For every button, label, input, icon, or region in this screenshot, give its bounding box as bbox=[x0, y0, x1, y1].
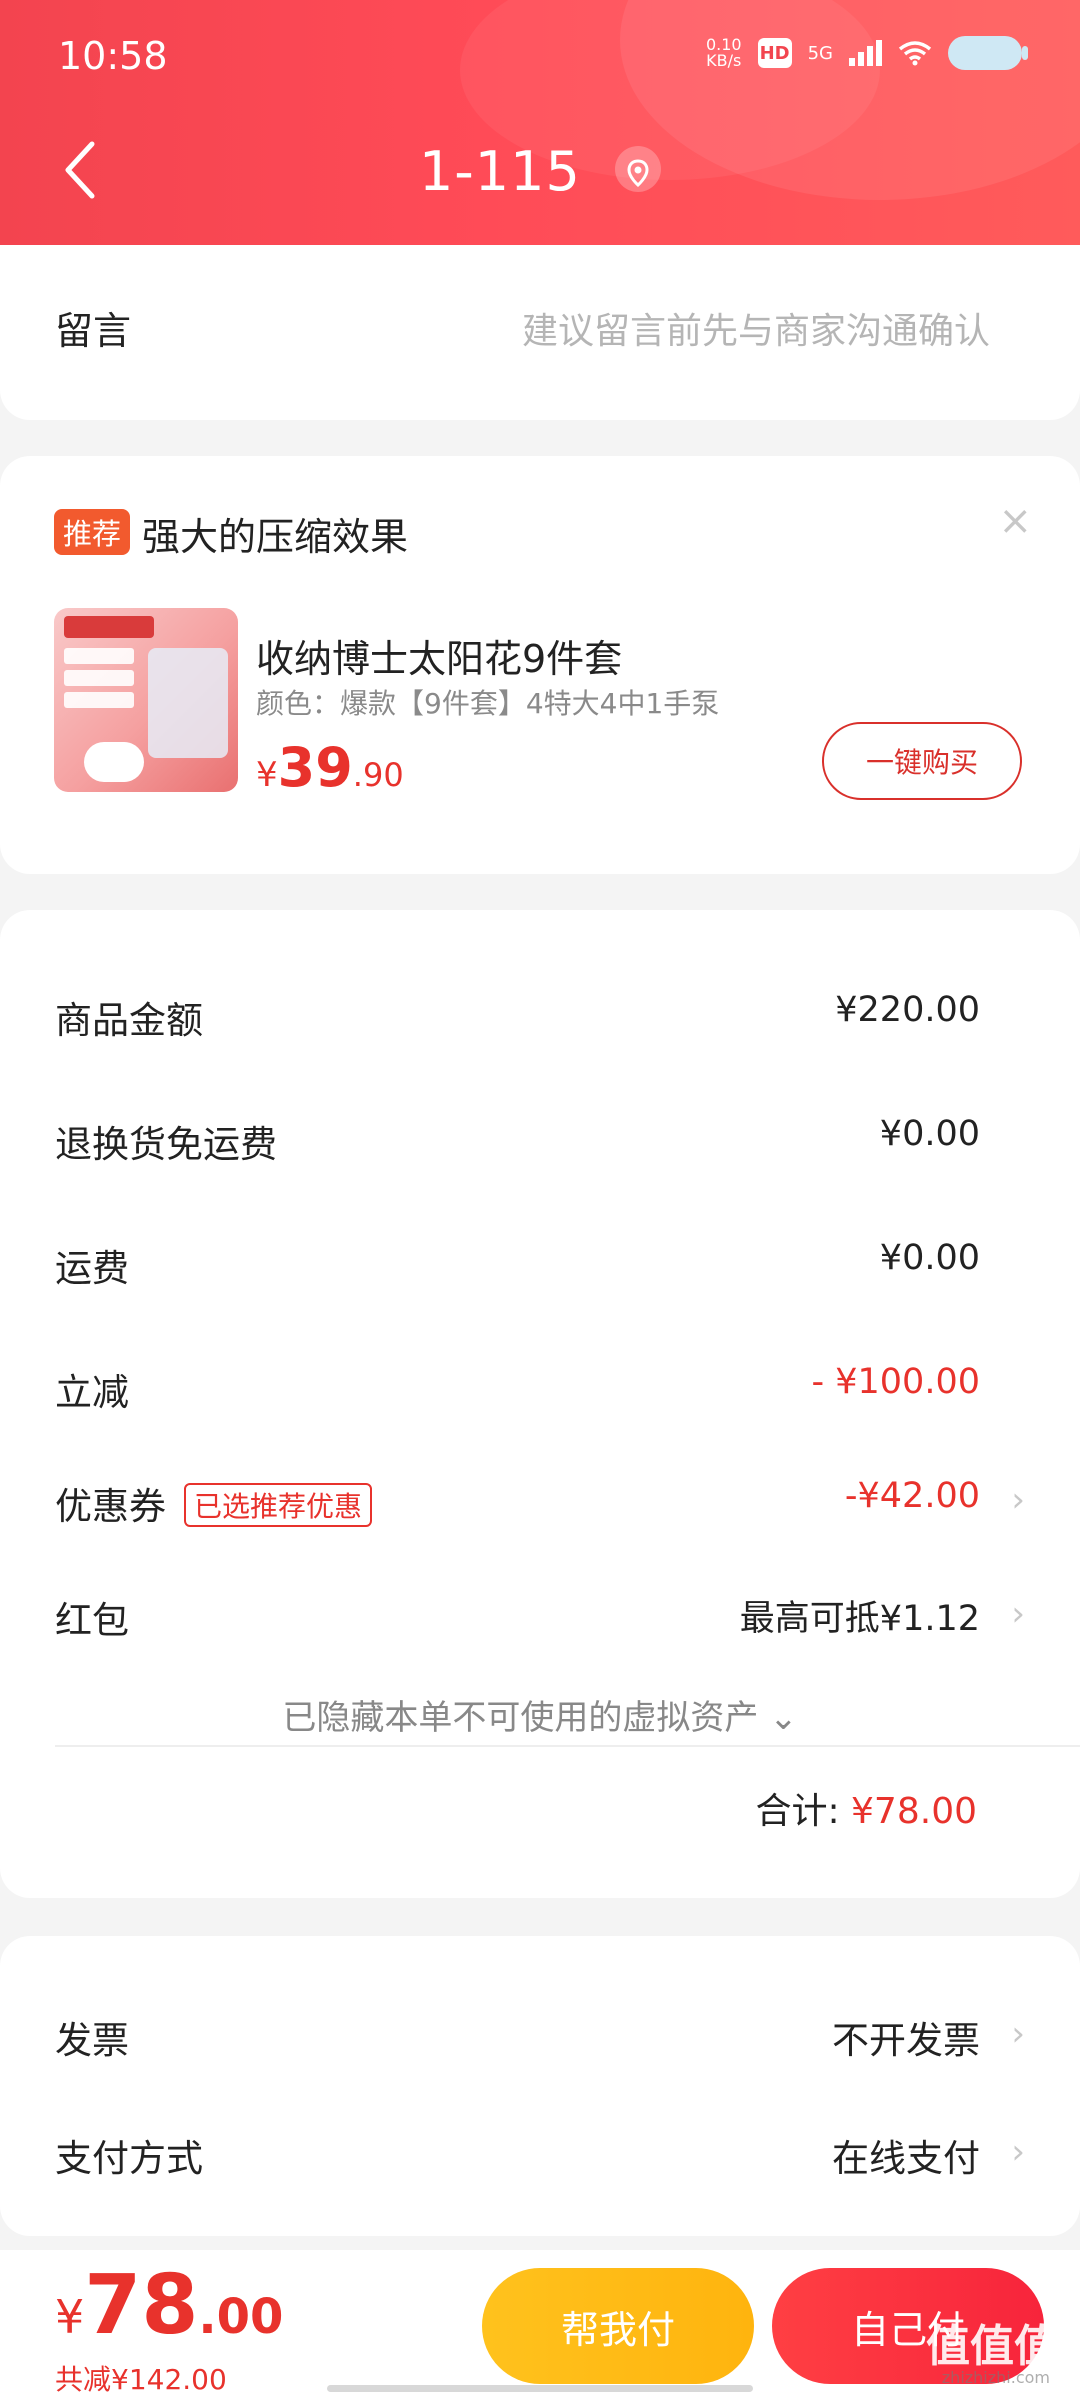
row-goods-amount: 商品金额 ¥220.00 bbox=[55, 990, 1025, 1050]
row-value: ¥220.00 bbox=[835, 990, 980, 1030]
row-discount: 立减 - ¥100.00 bbox=[55, 1362, 1025, 1422]
recommend-badge: 推荐 bbox=[54, 509, 131, 555]
total-value: ¥78.00 bbox=[851, 1791, 977, 1832]
hidden-assets-toggle[interactable]: 已隐藏本单不可使用的虚拟资产 ⌄ bbox=[0, 1690, 1080, 1739]
price-integer: 78 bbox=[84, 2258, 199, 2353]
message-label: 留言 bbox=[55, 309, 132, 353]
close-icon[interactable]: × bbox=[998, 498, 1032, 544]
row-shipping-fee: 运费 ¥0.00 bbox=[55, 1238, 1025, 1298]
home-indicator[interactable] bbox=[327, 2385, 753, 2392]
row-invoice[interactable]: 发票 不开发票 › bbox=[55, 2010, 1025, 2070]
chevron-right-icon[interactable]: › bbox=[1011, 2132, 1025, 2172]
status-icons: 0.10 KB/s HD 5G bbox=[705, 35, 1028, 70]
battery-icon bbox=[948, 36, 1028, 70]
row-red-packet[interactable]: 红包 最高可抵¥1.12 › bbox=[55, 1590, 1025, 1650]
row-label: 运费 bbox=[55, 1247, 129, 1290]
row-label: 优惠券 已选推荐优惠 bbox=[55, 1476, 373, 1531]
row-label: 红包 bbox=[55, 1599, 129, 1642]
status-time: 10:58 bbox=[58, 34, 168, 78]
row-value: 最高可抵¥1.12 bbox=[739, 1599, 980, 1639]
price-decimal: .90 bbox=[352, 756, 404, 794]
header-bar: 10:58 0.10 KB/s HD 5G 1-115 bbox=[0, 0, 1080, 245]
one-click-buy-button[interactable]: 一键购买 bbox=[822, 722, 1022, 800]
product-price: ¥39.90 bbox=[256, 736, 404, 799]
row-coupon[interactable]: 优惠券 已选推荐优惠 -¥42.00 › bbox=[55, 1476, 1025, 1536]
hd-icon: HD bbox=[757, 38, 792, 68]
product-spec: 颜色：爆款【9件套】4特大4中1手泵 bbox=[256, 687, 720, 720]
price-integer: 39 bbox=[277, 736, 353, 799]
product-image[interactable] bbox=[54, 608, 238, 792]
recommend-card: 推荐 强大的压缩效果 × 收纳博士太阳花9件套 颜色：爆款【9件套】4特大4中1… bbox=[0, 456, 1080, 874]
row-label: 支付方式 bbox=[55, 2137, 203, 2180]
row-value: 不开发票 bbox=[832, 2019, 980, 2062]
price-currency: ¥ bbox=[55, 2290, 85, 2344]
net-speed: 0.10 KB/s bbox=[705, 35, 742, 70]
row-value: -¥42.00 bbox=[844, 1476, 980, 1516]
chevron-right-icon[interactable]: › bbox=[1011, 1480, 1025, 1520]
row-value: ¥0.00 bbox=[879, 1114, 980, 1154]
payment-card bbox=[0, 1936, 1080, 2236]
help-pay-button[interactable]: 帮我付 bbox=[482, 2268, 754, 2384]
coupon-tag: 已选推荐优惠 bbox=[184, 1482, 373, 1527]
signal-bars-icon bbox=[849, 40, 882, 66]
row-label: 退换货免运费 bbox=[55, 1123, 277, 1166]
message-input[interactable]: 建议留言前先与商家沟通确认 bbox=[522, 302, 990, 354]
watermark-logo: 值值值 bbox=[926, 2321, 1058, 2372]
row-value: - ¥100.00 bbox=[811, 1362, 981, 1402]
location-icon[interactable] bbox=[615, 146, 662, 193]
row-label: 立减 bbox=[55, 1371, 129, 1414]
chevron-right-icon[interactable]: › bbox=[1011, 2014, 1025, 2054]
chevron-right-icon[interactable]: › bbox=[1011, 1594, 1025, 1634]
wifi-icon bbox=[898, 41, 932, 66]
divider bbox=[55, 1745, 1080, 1747]
coupon-label: 优惠券 bbox=[55, 1485, 166, 1528]
watermark-site: zhizhizhi.com bbox=[941, 2368, 1050, 2387]
row-value: 在线支付 bbox=[832, 2137, 980, 2180]
product-name[interactable]: 收纳博士太阳花9件套 bbox=[256, 628, 622, 683]
price-currency: ¥ bbox=[256, 755, 278, 795]
row-label: 商品金额 bbox=[55, 999, 203, 1042]
row-return-shipping: 退换货免运费 ¥0.00 bbox=[55, 1114, 1025, 1174]
page-title-text: 1-115 bbox=[418, 140, 581, 203]
row-label: 发票 bbox=[55, 2019, 129, 2062]
recommend-title: 强大的压缩效果 bbox=[142, 515, 409, 559]
price-decimal: .00 bbox=[198, 2289, 284, 2345]
bottom-price: ¥78.00 bbox=[55, 2258, 283, 2353]
signal-label: 5G bbox=[807, 42, 833, 64]
message-card: 留言 建议留言前先与商家沟通确认 bbox=[0, 245, 1080, 420]
row-payment-method[interactable]: 支付方式 在线支付 › bbox=[55, 2128, 1025, 2188]
saved-amount: 共减¥142.00 bbox=[55, 2363, 227, 2396]
row-value: ¥0.00 bbox=[879, 1238, 980, 1278]
total-label: 合计: bbox=[755, 1791, 840, 1832]
page-title[interactable]: 1-115 bbox=[0, 140, 1080, 203]
total-line: 合计: ¥78.00 bbox=[755, 1782, 977, 1834]
bottom-bar: ¥78.00 共减¥142.00 帮我付 自己付 值值值 zhizhizhi.c… bbox=[0, 2250, 1080, 2400]
